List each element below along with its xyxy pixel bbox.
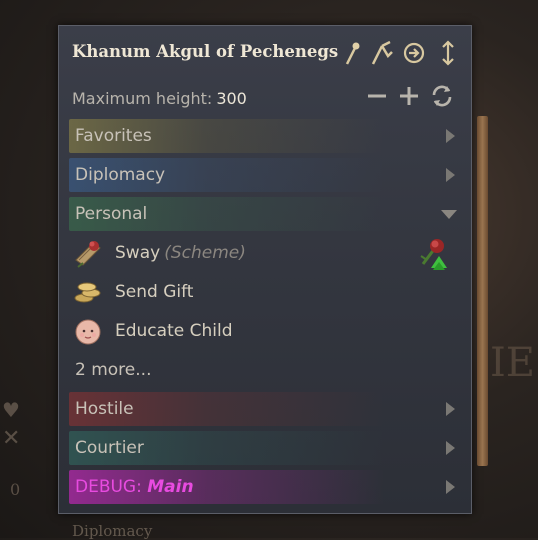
- chevron-right-icon: [446, 402, 455, 416]
- category-label: Courtier: [75, 438, 144, 458]
- goto-icon[interactable]: [402, 40, 426, 66]
- max-height-label: Maximum height:: [72, 89, 213, 108]
- tools-icon[interactable]: [370, 40, 394, 66]
- scrollbar[interactable]: [477, 116, 488, 466]
- max-height-row: Maximum height: 300: [72, 89, 247, 108]
- action-send-gift[interactable]: Send Gift: [69, 275, 463, 309]
- chevron-right-icon: [446, 480, 455, 494]
- action-sway[interactable]: Sway (Scheme): [69, 236, 463, 270]
- pin-icon[interactable]: [341, 40, 365, 66]
- background-count: 0: [10, 480, 21, 499]
- baby-icon: [73, 316, 103, 346]
- max-height-value: 300: [216, 89, 247, 108]
- category-debug[interactable]: DEBUG: Main: [69, 470, 463, 504]
- category-label: Diplomacy: [75, 165, 166, 185]
- category-diplomacy[interactable]: Diplomacy: [69, 158, 463, 192]
- category-label: Hostile: [75, 399, 134, 419]
- category-label: Personal: [75, 204, 148, 224]
- category-favorites[interactable]: Favorites: [69, 119, 463, 153]
- plus-icon[interactable]: [397, 84, 421, 108]
- sway-scroll-icon: [73, 238, 103, 268]
- background-text: IE: [490, 340, 535, 386]
- action-educate-child[interactable]: Educate Child: [69, 314, 463, 348]
- cross-icon: ✕: [2, 426, 21, 451]
- action-label: Sway: [115, 243, 161, 263]
- rose-upgrade-icon: [417, 236, 449, 270]
- category-personal[interactable]: Personal: [69, 197, 463, 231]
- heart-icon: ♥: [2, 398, 20, 422]
- reset-icon[interactable]: [430, 84, 454, 108]
- action-label: Send Gift: [115, 282, 194, 302]
- chevron-right-icon: [446, 129, 455, 143]
- chevron-right-icon: [446, 441, 455, 455]
- resize-vertical-icon[interactable]: [436, 40, 460, 66]
- chevron-down-icon: [441, 210, 457, 219]
- category-hostile[interactable]: Hostile: [69, 392, 463, 426]
- more-actions-link[interactable]: 2 more...: [75, 360, 151, 380]
- gold-coins-icon: [73, 277, 103, 307]
- minus-icon[interactable]: [365, 84, 389, 108]
- action-label: Educate Child: [115, 321, 233, 341]
- category-courtier[interactable]: Courtier: [69, 431, 463, 465]
- debug-prefix: DEBUG:: [75, 477, 142, 497]
- window-title: Khanum Akgul of Pechenegs: [72, 42, 339, 61]
- debug-name: Main: [147, 477, 194, 497]
- interaction-menu: Khanum Akgul of Pechenegs Maximum height…: [58, 25, 472, 514]
- action-sublabel: (Scheme): [164, 243, 246, 263]
- category-label: Favorites: [75, 126, 152, 146]
- background-diplomacy-label: Diplomacy: [72, 522, 153, 540]
- chevron-right-icon: [446, 168, 455, 182]
